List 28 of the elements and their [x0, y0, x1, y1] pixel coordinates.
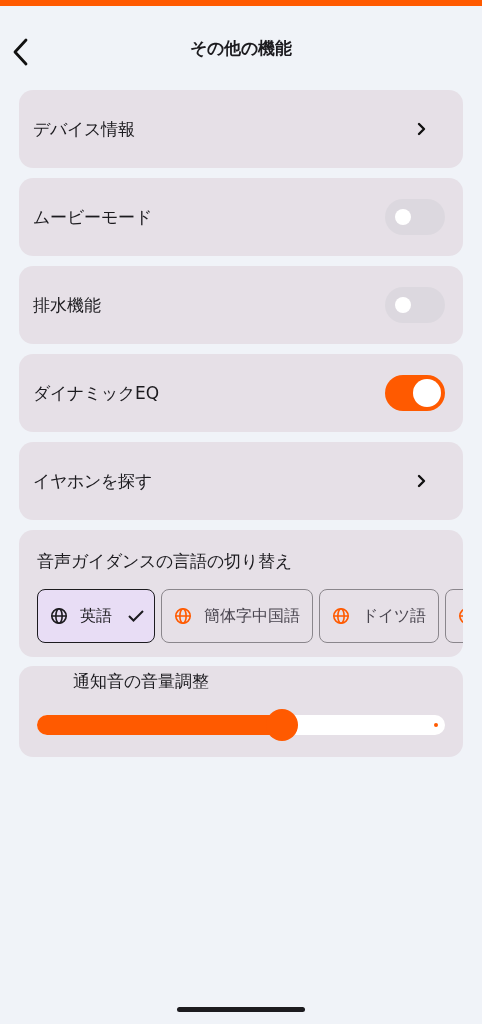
toggle-switch[interactable] — [385, 375, 445, 411]
settings-row[interactable]: ムービーモード — [19, 178, 463, 256]
row-label: ダイナミックEQ — [33, 381, 160, 405]
language-chip[interactable]: 英語 — [37, 589, 155, 643]
track-end-dot — [434, 723, 438, 727]
settings-row[interactable]: デバイス情報 — [19, 90, 463, 168]
globe-icon — [174, 607, 192, 625]
toggle-switch[interactable] — [385, 287, 445, 323]
globe-icon — [50, 607, 68, 625]
settings-row[interactable]: イヤホンを探す — [19, 442, 463, 520]
row-label: イヤホンを探す — [33, 469, 152, 493]
section-title: 通知音の音量調整 — [73, 670, 210, 693]
row-label: デバイス情報 — [33, 117, 135, 141]
back-icon — [12, 38, 28, 66]
settings-row[interactable]: ダイナミックEQ — [19, 354, 463, 432]
language-chip[interactable]: ドイツ語 — [319, 589, 439, 643]
check-icon — [128, 610, 144, 622]
section-title: 音声ガイダンスの言語の切り替え — [37, 550, 293, 573]
settings-row[interactable]: 排水機能 — [19, 266, 463, 344]
chevron-right-icon — [417, 122, 427, 136]
row-label: 排水機能 — [33, 293, 101, 317]
chevron-right-icon — [417, 474, 427, 488]
toggle-switch[interactable] — [385, 199, 445, 235]
row-label: ムービーモード — [33, 205, 152, 229]
slider-track[interactable] — [37, 715, 445, 735]
page-title: その他の機能 — [190, 36, 292, 60]
globe-icon — [332, 607, 350, 625]
language-chip[interactable]: 簡体字中国語 — [161, 589, 313, 643]
